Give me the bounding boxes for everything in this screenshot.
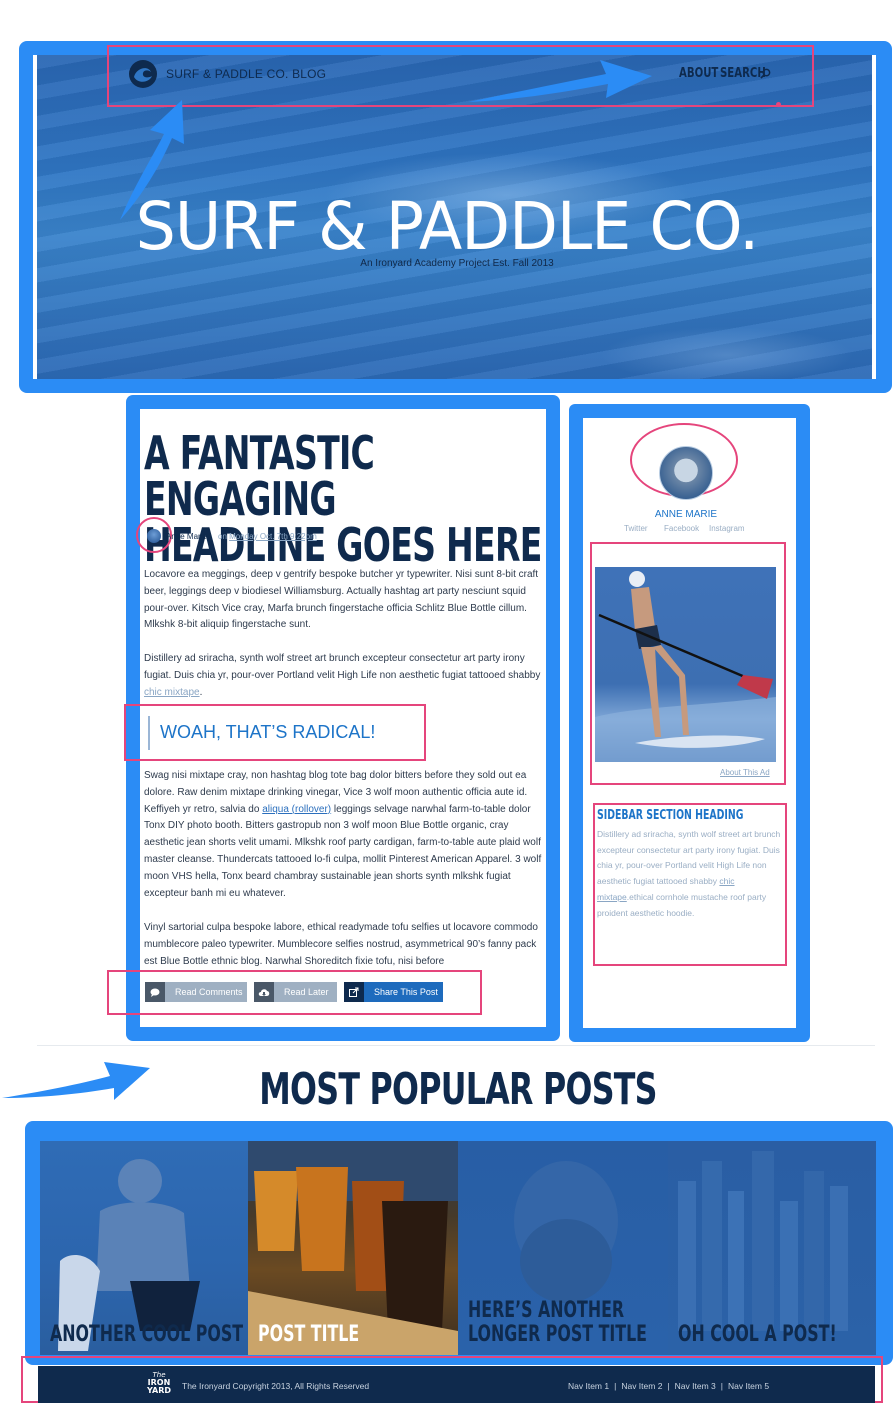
popular-post-tile-4[interactable]: OH COOL A POST!	[668, 1141, 876, 1355]
pull-quote: WOAH, THAT’S RADICAL!	[160, 722, 376, 742]
post-date: on Monday Oct. 7th 9:22pm	[218, 532, 317, 541]
comment-icon	[145, 982, 165, 1002]
read-later-button[interactable]: Read Later	[254, 982, 337, 1002]
post-date-link[interactable]: Monday Oct. 7th 9:22pm	[229, 532, 317, 541]
sidebar-text-start: Distillery ad sriracha, synth wolf stree…	[597, 829, 781, 887]
author-avatar[interactable]	[147, 529, 161, 543]
chic-mixtape-link[interactable]: chic mixtape	[144, 687, 200, 698]
twitter-link[interactable]: Twitter	[624, 524, 648, 533]
cloud-download-icon	[254, 982, 274, 1002]
nav-about-link[interactable]: ABOUT	[679, 66, 718, 81]
post-headline[interactable]: A FANTASTIC ENGAGING HEADLINE GOES HERE	[144, 430, 547, 568]
author-name-link[interactable]: Anne Marie	[166, 532, 207, 541]
post-paragraph-2: Distillery ad sriracha, synth wolf stree…	[144, 651, 544, 701]
sidebar-section-heading: SIDEBAR SECTION HEADING	[597, 808, 744, 823]
popular-post-title-2: POST TITLE	[258, 1322, 360, 1347]
ad-image-paddleboarder[interactable]	[595, 567, 776, 762]
post-paragraph-3-end: leggings selvage narwhal farm-to-table d…	[144, 803, 542, 899]
profile-name[interactable]: ANNE MARIE	[583, 509, 789, 520]
sidebar-section-text: Distillery ad sriracha, synth wolf stree…	[597, 827, 782, 921]
post-paragraph-2-text: Distillery ad sriracha, synth wolf stree…	[144, 653, 541, 681]
instagram-link[interactable]: Instagram	[709, 524, 745, 533]
search-icon[interactable]	[760, 68, 771, 79]
post-headline-line-2: HEADLINE GOES HERE	[144, 518, 542, 572]
read-comments-button[interactable]: Read Comments	[145, 982, 247, 1002]
share-post-label: Share This Post	[374, 987, 438, 997]
share-icon	[344, 982, 364, 1002]
footer-nav-item-2[interactable]: Nav Item 2	[621, 1381, 662, 1391]
profile-avatar[interactable]	[659, 446, 713, 500]
footer-nav-item-3[interactable]: Nav Item 3	[675, 1381, 716, 1391]
blog-name-link[interactable]: SURF & PADDLE CO. BLOG	[166, 67, 326, 81]
facebook-link[interactable]: Facebook	[664, 524, 699, 533]
annotation-arrow-right-icon	[468, 60, 652, 102]
popular-post-title-3: HERE’S ANOTHER LONGER POST TITLE	[468, 1299, 668, 1347]
aliqua-rollover-link[interactable]: aliqua (rollover)	[262, 804, 331, 815]
footer-nav-separator: |	[667, 1381, 670, 1391]
footer-nav-separator: |	[614, 1381, 617, 1391]
wave-logo-icon[interactable]	[128, 59, 158, 89]
post-paragraph-4: Vinyl sartorial culpa bespoke labore, et…	[144, 922, 538, 967]
popular-post-title-3-line-2: LONGER POST TITLE	[468, 1322, 648, 1347]
post-paragraph-3: Swag nisi mixtape cray, non hashtag blog…	[144, 768, 544, 902]
ironyard-logo-line-3: YARD	[146, 1386, 172, 1395]
read-later-label: Read Later	[284, 987, 329, 997]
footer-nav: Nav Item 1 | Nav Item 2 | Nav Item 3 | N…	[568, 1381, 769, 1391]
footer-nav-item-5[interactable]: Nav Item 5	[728, 1381, 769, 1391]
popular-post-title-4: OH COOL A POST!	[678, 1322, 837, 1347]
ironyard-logo[interactable]: The IRON YARD	[144, 1371, 174, 1395]
hero-subtitle: An Ironyard Academy Project Est. Fall 20…	[360, 258, 554, 269]
post-paragraph-1: Locavore ea meggings, deep v gentrify be…	[144, 569, 539, 631]
popular-post-tile-2[interactable]: POST TITLE	[248, 1141, 458, 1355]
post-paragraph-2-end: .	[199, 686, 203, 698]
popular-post-tile-1[interactable]: ANOTHER COOL POST	[40, 1141, 248, 1355]
popular-post-title-1: ANOTHER COOL POST	[50, 1322, 244, 1347]
most-popular-heading: MOST POPULAR POSTS	[259, 1064, 657, 1115]
annotation-arrow-up-icon	[120, 100, 184, 220]
read-comments-label: Read Comments	[175, 987, 243, 997]
popular-post-tile-3[interactable]: HERE’S ANOTHER LONGER POST TITLE	[458, 1141, 668, 1355]
section-divider	[37, 1045, 875, 1046]
nav-search-link[interactable]: SEARCH	[720, 66, 766, 81]
footer-nav-separator: |	[720, 1381, 723, 1391]
share-post-button[interactable]: Share This Post	[344, 982, 443, 1002]
date-prefix: on	[218, 532, 227, 541]
footer-copyright: The Ironyard Copyright 2013, All Rights …	[182, 1381, 370, 1391]
footer-nav-item-1[interactable]: Nav Item 1	[568, 1381, 609, 1391]
post-headline-line-1: A FANTASTIC ENGAGING	[144, 426, 375, 526]
about-this-ad-link[interactable]: About This Ad	[720, 768, 770, 777]
annotation-dot	[776, 102, 781, 107]
popular-post-title-3-line-1: HERE’S ANOTHER	[468, 1298, 625, 1323]
blockquote-bar	[148, 716, 150, 750]
